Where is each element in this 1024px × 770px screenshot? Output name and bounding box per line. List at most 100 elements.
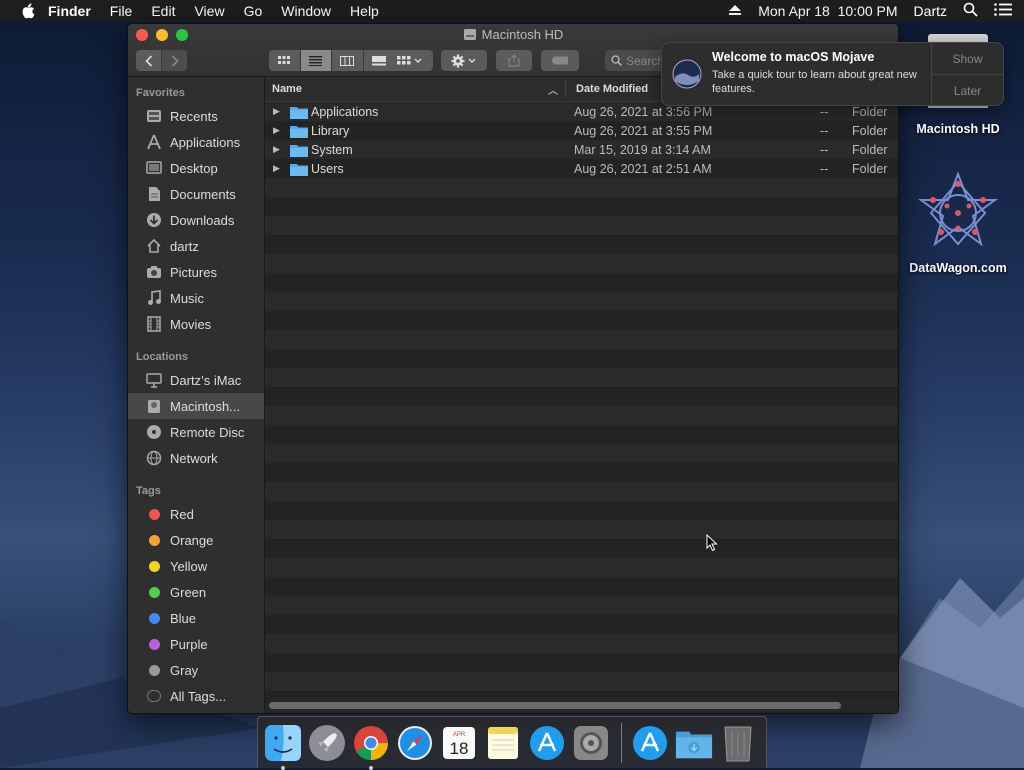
calendar-day: 18 — [450, 739, 469, 758]
sidebar-item-label: Purple — [170, 636, 208, 652]
icon-view-button[interactable] — [269, 50, 300, 71]
search-field[interactable]: Search — [605, 50, 665, 71]
later-button[interactable]: Later — [932, 74, 1003, 106]
tag-color-dot — [148, 534, 160, 546]
menu-view[interactable]: View — [194, 3, 224, 19]
sidebar-item-desktop[interactable]: Desktop — [128, 155, 264, 181]
sidebar-section-tags: Tags — [136, 485, 161, 497]
dock-launchpad[interactable] — [308, 724, 346, 762]
sidebar-tag-orange[interactable]: Orange — [128, 527, 264, 553]
file-row-system[interactable]: ▶ System Mar 15, 2019 at 3:14 AM -- Fold… — [265, 140, 898, 159]
eject-icon[interactable] — [728, 3, 742, 19]
sidebar-item-label: Yellow — [170, 558, 208, 574]
sidebar-item-movies[interactable]: Movies — [128, 311, 264, 337]
apple-menu-icon[interactable] — [20, 3, 36, 19]
column-view-button[interactable] — [331, 50, 363, 71]
file-date: Mar 15, 2019 at 3:14 AM — [574, 142, 711, 157]
dock-app-store-download[interactable] — [631, 724, 669, 762]
file-size: -- — [820, 161, 829, 176]
file-row-library[interactable]: ▶ Library Aug 26, 2021 at 3:55 PM -- Fol… — [265, 121, 898, 140]
column-header-date-modified[interactable]: Date Modified — [576, 83, 648, 95]
disclosure-triangle-icon[interactable]: ▶ — [273, 106, 280, 117]
sidebar-item-remote-disc[interactable]: Remote Disc — [128, 419, 264, 445]
sidebar-tag-gray[interactable]: Gray — [128, 657, 264, 683]
menu-edit[interactable]: Edit — [151, 3, 175, 19]
share-icon — [508, 54, 520, 67]
sidebar-item-pictures[interactable]: Pictures — [128, 259, 264, 285]
datawagon-logo-icon — [917, 171, 999, 247]
list-view-button[interactable] — [299, 50, 331, 71]
dock-system-preferences[interactable] — [572, 724, 610, 762]
sidebar-item-label: Macintosh... — [170, 398, 241, 414]
tag-color-dot — [148, 586, 160, 598]
sidebar-tag-purple[interactable]: Purple — [128, 631, 264, 657]
menu-file[interactable]: File — [110, 3, 133, 19]
menu-help[interactable]: Help — [350, 3, 379, 19]
sidebar-item-label: dartz — [170, 238, 199, 254]
menu-window[interactable]: Window — [281, 3, 331, 19]
share-button[interactable] — [496, 50, 532, 71]
disclosure-triangle-icon[interactable]: ▶ — [273, 144, 280, 155]
chrome-icon — [354, 725, 388, 760]
sidebar-all-tags[interactable]: All Tags... — [128, 683, 264, 709]
sidebar-item-applications[interactable]: Applications — [128, 129, 264, 155]
column-divider[interactable] — [565, 80, 566, 98]
show-button[interactable]: Show — [932, 43, 1003, 74]
dock-safari[interactable] — [396, 724, 434, 762]
tag-color-dot — [148, 612, 160, 624]
dock-downloads-folder[interactable] — [675, 724, 713, 762]
horizontal-scrollbar[interactable] — [269, 702, 841, 709]
trash-icon — [724, 726, 752, 761]
gear-icon — [451, 54, 476, 67]
dock-chrome[interactable] — [352, 724, 390, 770]
sidebar-tag-red[interactable]: Red — [128, 501, 264, 527]
applications-icon — [145, 133, 163, 151]
sidebar-item-network[interactable]: Network — [128, 445, 264, 471]
file-size: -- — [820, 123, 829, 138]
menubar-user[interactable]: Dartz — [914, 3, 947, 19]
sidebar-item-music[interactable]: Music — [128, 285, 264, 311]
tag-button[interactable] — [541, 50, 579, 71]
dock-trash[interactable] — [719, 724, 757, 762]
dock-notes[interactable] — [484, 724, 522, 762]
sidebar-item-label: Desktop — [170, 160, 218, 176]
dock-calendar[interactable]: APR 18 — [440, 724, 478, 762]
group-by-button[interactable] — [387, 50, 433, 71]
menu-go[interactable]: Go — [244, 3, 263, 19]
notification-center-icon[interactable] — [994, 3, 1012, 19]
sidebar-item-home[interactable]: dartz — [128, 233, 264, 259]
globe-icon — [145, 449, 163, 467]
column-header-name[interactable]: Name — [272, 83, 302, 95]
sidebar-tag-blue[interactable]: Blue — [128, 605, 264, 631]
dock-finder[interactable] — [264, 724, 302, 770]
desktop-icon-datawagon[interactable]: DataWagon.com — [908, 170, 1008, 275]
sidebar-item-recents[interactable]: Recents — [128, 103, 264, 129]
disclosure-triangle-icon[interactable]: ▶ — [273, 125, 280, 136]
back-button[interactable] — [136, 50, 161, 71]
sidebar-item-label: Recents — [170, 108, 218, 124]
sidebar-item-macintosh-hd[interactable]: Macintosh... — [128, 393, 264, 419]
dock-app-store[interactable] — [528, 724, 566, 762]
sidebar-item-label: Red — [170, 506, 194, 522]
welcome-notification[interactable]: Welcome to macOS Mojave Take a quick tou… — [661, 42, 1004, 106]
sidebar-item-downloads[interactable]: Downloads — [128, 207, 264, 233]
sidebar-item-documents[interactable]: Documents — [128, 181, 264, 207]
home-icon — [145, 237, 163, 255]
menu-finder[interactable]: Finder — [48, 3, 91, 19]
tag-icon — [551, 56, 568, 65]
file-name: Users — [311, 161, 344, 176]
back-forward-buttons — [136, 50, 187, 71]
forward-button[interactable] — [161, 50, 187, 71]
tag-color-dot — [148, 508, 160, 520]
sidebar-item-label: Network — [170, 450, 218, 466]
action-menu-button[interactable] — [441, 50, 487, 71]
file-row-users[interactable]: ▶ Users Aug 26, 2021 at 2:51 AM -- Folde… — [265, 159, 898, 178]
menubar-clock[interactable]: Mon Apr 18 10:00 PM — [758, 3, 897, 19]
sidebar-item-imac[interactable]: Dartz’s iMac — [128, 367, 264, 393]
spotlight-icon[interactable] — [963, 2, 978, 20]
hard-drive-icon — [145, 397, 163, 415]
disclosure-triangle-icon[interactable]: ▶ — [273, 163, 280, 174]
sidebar-tag-yellow[interactable]: Yellow — [128, 553, 264, 579]
file-kind: Folder — [852, 123, 888, 138]
sidebar-tag-green[interactable]: Green — [128, 579, 264, 605]
